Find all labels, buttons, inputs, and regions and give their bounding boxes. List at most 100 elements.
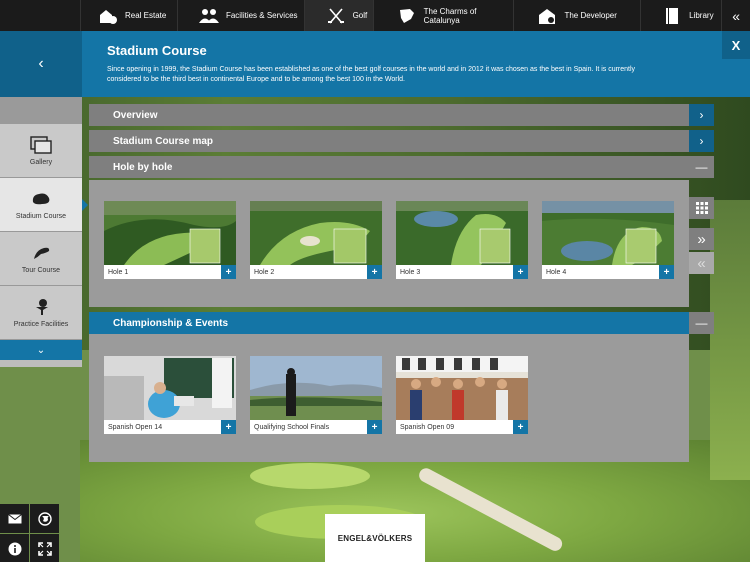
mail-button[interactable]: [0, 504, 29, 533]
collapse-hole-by-hole-button[interactable]: —: [689, 156, 714, 178]
nav-label: Library: [689, 11, 714, 20]
hole-image: [542, 201, 674, 265]
globe-icon: [37, 511, 52, 526]
nav-label: Golf: [352, 11, 368, 20]
plus-icon[interactable]: +: [513, 420, 528, 434]
hole-image: [250, 201, 382, 265]
language-button[interactable]: [30, 504, 59, 533]
engel-volkers-logo: ENGEL&VÖLKERS: [325, 514, 425, 562]
plus-icon[interactable]: +: [367, 265, 382, 279]
grid-icon: [695, 202, 708, 214]
chevron-left-icon: ‹: [38, 55, 44, 72]
page-description: Since opening in 1999, the Stadium Cours…: [107, 66, 636, 83]
collapse-nav-button[interactable]: «: [722, 0, 750, 31]
plus-icon[interactable]: +: [659, 265, 674, 279]
minus-icon: —: [695, 316, 708, 330]
chevron-right-icon: ›: [699, 134, 704, 148]
section-course-map[interactable]: Stadium Course map: [89, 130, 689, 152]
hole-label: Hole 1: [108, 268, 129, 276]
nav-item-golf[interactable]: Golf: [304, 0, 374, 31]
mail-icon: [7, 513, 22, 523]
sidebar-item-stadium-course[interactable]: Stadium Course: [0, 178, 88, 232]
nav-label: The Charms of Catalunya: [423, 6, 477, 25]
hole-card[interactable]: Hole 2 +: [250, 201, 382, 279]
nav-item-real-estate[interactable]: Real Estate: [81, 0, 178, 31]
sidebar-item-label: Gallery: [29, 158, 53, 166]
section-overview[interactable]: Overview: [89, 104, 689, 126]
hole-card[interactable]: Hole 4 +: [542, 201, 674, 279]
info-icon: [8, 542, 21, 555]
double-chevron-left-icon: «: [697, 254, 706, 272]
nav-label: Facilities & Services: [225, 11, 298, 20]
double-chevron-right-icon: »: [697, 230, 706, 248]
sidebar-more-button[interactable]: ⌄: [0, 340, 82, 360]
nav-item-library[interactable]: Library: [641, 0, 723, 31]
next-page-button[interactable]: »: [689, 228, 714, 250]
section-championship[interactable]: Championship & Events: [89, 312, 689, 334]
sidebar-item-tour-course[interactable]: Tour Course: [0, 232, 82, 286]
sidebar-item-gallery[interactable]: Gallery: [0, 124, 82, 178]
event-card[interactable]: Spanish Open 09 +: [396, 356, 528, 434]
chevron-right-icon: ›: [699, 108, 704, 122]
nav-item-catalunya[interactable]: The Charms of Catalunya: [374, 0, 515, 31]
section-title: Stadium Course map: [113, 135, 214, 147]
hole-card[interactable]: Hole 3 +: [396, 201, 528, 279]
sidebar-spacer: [0, 97, 82, 124]
plus-icon[interactable]: +: [513, 265, 528, 279]
golf-tee-icon: [36, 298, 48, 315]
sidebar-item-label: Stadium Course: [15, 212, 67, 220]
hole-label: Hole 4: [546, 268, 567, 276]
hole-label: Hole 2: [254, 268, 275, 276]
hole-card[interactable]: Hole 1 +: [104, 201, 236, 279]
section-title: Championship & Events: [113, 317, 229, 329]
event-label: Qualifying School Finals: [254, 423, 330, 431]
sidebar-item-practice-facilities[interactable]: Practice Facilities: [0, 286, 82, 340]
grid-view-button[interactable]: [689, 197, 714, 219]
expand-course-map-button[interactable]: ›: [689, 130, 714, 152]
hole-image: [104, 201, 236, 265]
back-button[interactable]: ‹: [0, 31, 82, 97]
collapse-championship-button[interactable]: —: [689, 312, 714, 334]
prev-page-button[interactable]: «: [689, 252, 714, 274]
section-title: Overview: [113, 109, 158, 121]
sidebar-item-label: Practice Facilities: [13, 320, 69, 328]
nav-spacer: [0, 0, 81, 31]
course-shape-icon: [34, 247, 50, 259]
bottom-toolbar: [0, 504, 59, 562]
plus-icon[interactable]: +: [221, 420, 236, 434]
minus-icon: —: [695, 160, 708, 174]
house-person-icon: [97, 5, 119, 27]
plus-icon[interactable]: +: [221, 265, 236, 279]
event-image: [104, 356, 236, 420]
close-button[interactable]: X: [722, 31, 750, 59]
catalunya-map-icon: [396, 5, 418, 27]
hole-label: Hole 3: [400, 268, 421, 276]
event-card[interactable]: Qualifying School Finals +: [250, 356, 382, 434]
book-icon: [661, 5, 683, 27]
nav-item-facilities[interactable]: Facilities & Services: [178, 0, 305, 31]
event-image: [250, 356, 382, 420]
logo-text: ENGEL&VÖLKERS: [337, 533, 413, 543]
section-title: Hole by hole: [113, 161, 173, 173]
nav-label: The Developer: [564, 11, 617, 20]
section-hole-by-hole[interactable]: Hole by hole: [89, 156, 689, 178]
plus-icon[interactable]: +: [367, 420, 382, 434]
page-title: Stadium Course: [107, 43, 207, 58]
event-label: Spanish Open 09: [400, 423, 455, 431]
info-button[interactable]: [0, 534, 29, 562]
golf-clubs-icon: [325, 5, 347, 27]
nav-label: Real Estate: [124, 11, 167, 20]
nav-item-developer[interactable]: The Developer: [514, 0, 642, 31]
people-icon: [198, 5, 220, 27]
sidebar-item-label: Tour Course: [21, 266, 61, 274]
fullscreen-button[interactable]: [30, 534, 59, 562]
page-header: [0, 31, 750, 97]
course-shape-icon: [32, 193, 50, 204]
event-card[interactable]: Spanish Open 14 +: [104, 356, 236, 434]
chevron-down-icon: ⌄: [36, 344, 46, 356]
event-image: [396, 356, 528, 420]
event-label: Spanish Open 14: [108, 423, 163, 431]
expand-overview-button[interactable]: ›: [689, 104, 714, 126]
top-navigation: Real Estate Facilities & Services Golf T…: [0, 0, 750, 31]
gallery-icon: [30, 135, 52, 154]
